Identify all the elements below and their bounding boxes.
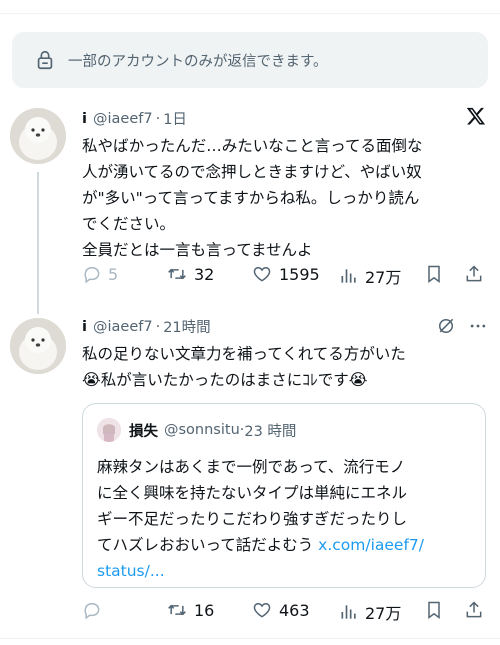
reply-icon [82,264,102,284]
timestamp[interactable]: 1日 [163,108,187,129]
tweet-text: 私やばかったんだ…みたいなこと言ってる面倒な 人が湧いてるので念押しときますけど… [82,137,423,259]
views-button[interactable]: 27万 [339,600,401,624]
tweet-header: i @iaeef7 · 1日 [82,108,187,129]
like-count: 463 [279,600,310,620]
display-name[interactable]: i [82,319,87,335]
retweet-icon [166,600,188,620]
reply-count: 5 [108,264,119,284]
x-logo-icon[interactable] [466,106,486,130]
retweet-button[interactable]: 32 [166,264,214,284]
retweet-icon [166,264,188,284]
share-icon[interactable] [464,600,484,620]
thread-line [37,172,39,314]
views-count: 27万 [365,604,402,623]
bookmark-icon[interactable] [424,264,444,284]
lock-icon [34,49,56,71]
tweet-line: 私が言いたかったのはまさにｺﾚです [100,371,349,389]
like-button[interactable]: 1595 [251,264,320,284]
quote-timestamp[interactable]: 23 時間 [244,420,296,441]
separator-dot: · [155,318,161,335]
like-count: 1595 [279,264,320,284]
views-count: 27万 [365,268,402,287]
user-handle[interactable]: @iaeef7 [93,111,153,127]
like-icon [251,600,273,620]
reply-button[interactable]: 5 [82,264,118,284]
share-icon[interactable] [464,264,484,284]
display-name[interactable]: i [82,111,87,127]
like-icon [251,264,273,284]
quoted-tweet[interactable]: 損失 @sonnsitu · 23 時間 麻辣タンはあくまで一例であって、流行モ… [82,403,486,588]
quote-header: 損失 @sonnsitu · 23 時間 [97,418,296,442]
retweet-count: 16 [194,600,215,620]
avatar[interactable] [10,318,66,374]
crying-emoji: 😭 [348,370,368,389]
crying-emoji: 😭 [82,370,101,389]
quote-text: 麻辣タンはあくまで一例であって、流行モノ に全く興味を持たないタイプは単純にエネ… [97,454,477,584]
views-button[interactable]: 27万 [339,264,401,288]
views-icon [339,602,359,622]
quote-user-handle[interactable]: @sonnsitu [164,422,240,438]
grok-icon[interactable] [436,316,456,340]
avatar[interactable] [10,108,66,164]
bookmark-icon[interactable] [424,600,444,620]
bottom-divider [0,638,500,639]
top-divider [0,13,500,14]
views-icon [339,266,359,286]
user-handle[interactable]: @iaeef7 [93,319,153,335]
reply-restriction-notice: 一部のアカウントのみが返信できます。 [12,32,488,88]
notice-text: 一部のアカウントのみが返信できます。 [68,53,328,70]
tweet-text: 私の足りない文章力を補ってくれてる方がいた 😭私が言いたかったのはまさにｺﾚです… [82,341,492,393]
tweet-line: 私の足りない文章力を補ってくれてる方がいた [82,345,406,363]
quote-display-name[interactable]: 損失 [129,420,158,441]
reply-icon [82,600,102,620]
retweet-button[interactable]: 16 [166,600,214,620]
tweet-header: i @iaeef7 · 21時間 [82,316,211,337]
avatar[interactable] [97,418,121,442]
retweet-count: 32 [194,264,215,284]
more-icon[interactable] [468,316,488,340]
separator-dot: · [155,110,161,127]
like-button[interactable]: 463 [251,600,310,620]
timestamp[interactable]: 21時間 [163,316,210,337]
reply-button[interactable] [82,600,102,620]
